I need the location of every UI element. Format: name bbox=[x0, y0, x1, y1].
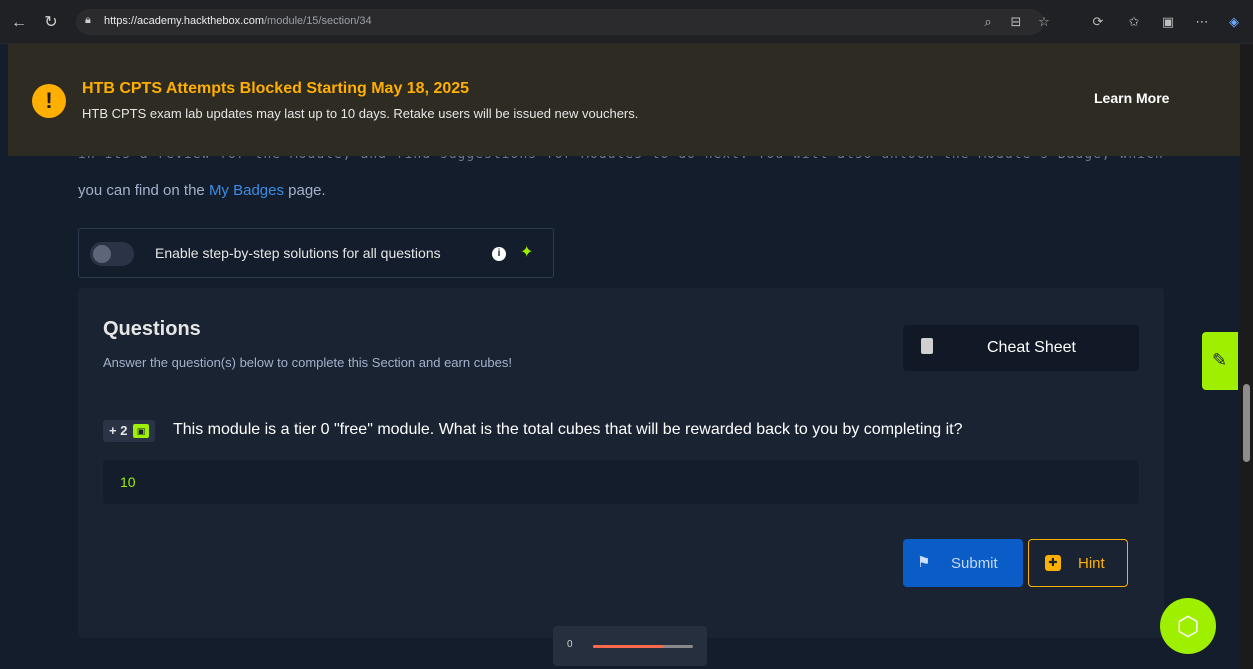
flag-icon: ⚑ bbox=[917, 554, 931, 571]
address-bar[interactable]: 🔒︎ https://academy.hackthebox.com/module… bbox=[76, 9, 1050, 35]
info-icon[interactable]: i bbox=[492, 247, 506, 261]
reward-amount: + 2 bbox=[109, 423, 128, 438]
split-icon[interactable]: ▣ bbox=[1158, 12, 1178, 32]
banner-title: HTB CPTS Attempts Blocked Starting May 1… bbox=[82, 80, 470, 97]
hint-icon: ✚ bbox=[1045, 555, 1061, 571]
page-content: in its a review for the Module, and find… bbox=[0, 44, 1240, 669]
floating-cube-button[interactable]: ⬡ bbox=[1160, 598, 1216, 654]
my-badges-link[interactable]: My Badges bbox=[209, 182, 284, 199]
warning-icon: ! bbox=[32, 84, 66, 118]
collections-icon[interactable]: ✩ bbox=[1124, 12, 1144, 32]
reward-badge: + 2 ▣ bbox=[103, 420, 155, 442]
answer-value: 10 bbox=[120, 474, 136, 490]
progress-pill[interactable]: 0 bbox=[553, 626, 707, 666]
learn-more-link[interactable]: Learn More bbox=[1094, 90, 1169, 106]
questions-subtitle: Answer the question(s) below to complete… bbox=[103, 355, 513, 370]
announcement-banner: ! HTB CPTS Attempts Blocked Starting May… bbox=[8, 44, 1240, 156]
hint-label: Hint bbox=[1078, 555, 1105, 572]
more-icon[interactable]: ⋯ bbox=[1192, 12, 1212, 32]
questions-title: Questions bbox=[103, 318, 201, 340]
browser-toolbar: ← ↻ 🔒︎ https://academy.hackthebox.com/mo… bbox=[0, 0, 1253, 44]
progress-fill bbox=[593, 645, 663, 648]
hint-button[interactable]: ✚ Hint bbox=[1028, 539, 1128, 587]
cube-icon: ▣ bbox=[133, 424, 149, 438]
favorite-icon[interactable]: ☆ bbox=[1034, 12, 1054, 32]
reader-icon[interactable]: ⊟ bbox=[1006, 12, 1026, 32]
progress-number: 0 bbox=[567, 639, 573, 650]
cheat-sheet-label: Cheat Sheet bbox=[987, 339, 1076, 356]
progress-track bbox=[593, 645, 693, 648]
submit-button[interactable]: ⚑ Submit bbox=[903, 539, 1023, 587]
scroll-thumb[interactable] bbox=[1243, 384, 1250, 462]
cheat-sheet-button[interactable]: Cheat Sheet bbox=[903, 325, 1139, 371]
lock-icon: 🔒︎ bbox=[85, 14, 91, 26]
zoom-icon[interactable]: ⌕ bbox=[978, 12, 998, 32]
side-tab-button[interactable]: ✎ bbox=[1202, 332, 1238, 390]
step-by-step-toggle-box: Enable step-by-step solutions for all qu… bbox=[78, 228, 554, 278]
answer-input[interactable]: 10 bbox=[103, 460, 1139, 504]
submit-label: Submit bbox=[951, 555, 998, 572]
question-text: This module is a tier 0 "free" module. W… bbox=[173, 421, 963, 438]
magic-wand-icon: ✦ bbox=[520, 244, 534, 261]
cube-icon: ⬡ bbox=[1176, 611, 1200, 641]
extension-icon[interactable]: ⟳ bbox=[1088, 12, 1108, 32]
questions-panel: Questions Answer the question(s) below t… bbox=[78, 288, 1164, 638]
copilot-icon[interactable]: ◈ bbox=[1224, 12, 1244, 32]
document-icon bbox=[921, 338, 933, 354]
toggle-label: Enable step-by-step solutions for all qu… bbox=[155, 245, 441, 261]
reload-icon[interactable]: ↻ bbox=[40, 12, 62, 34]
page-scrollbar[interactable] bbox=[1240, 44, 1253, 669]
pen-icon: ✎ bbox=[1212, 350, 1228, 370]
banner-text: HTB CPTS exam lab updates may last up to… bbox=[82, 106, 639, 121]
back-icon[interactable]: ← bbox=[8, 12, 30, 34]
toggle-knob bbox=[93, 245, 111, 263]
url-text[interactable]: https://academy.hackthebox.com/module/15… bbox=[104, 15, 372, 27]
step-by-step-toggle[interactable] bbox=[90, 242, 134, 266]
intro-paragraph: you can find on the My Badges page. bbox=[78, 182, 326, 199]
